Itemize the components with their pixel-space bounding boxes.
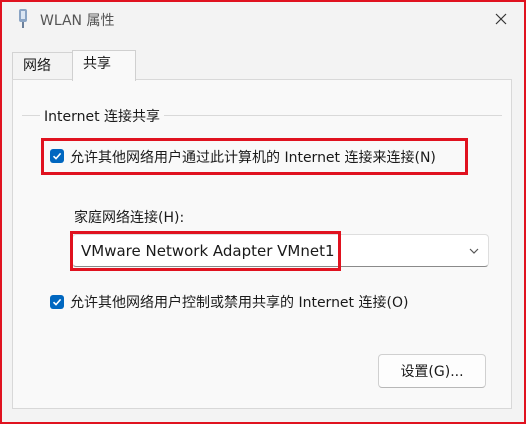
- checkmark-icon: [52, 152, 62, 160]
- title-bar[interactable]: WLAN 属性: [2, 2, 524, 36]
- tab-network[interactable]: 网络: [12, 52, 74, 80]
- ics-group-title: Internet 连接共享: [40, 106, 165, 126]
- close-icon: [495, 13, 507, 25]
- checkmark-icon: [52, 298, 62, 306]
- properties-window: WLAN 属性 网络 共享 Internet 连接共享 允许其他网络用户通过此计…: [0, 0, 526, 424]
- tab-sharing[interactable]: 共享: [72, 50, 136, 81]
- allow-connect-checkbox[interactable]: [50, 149, 64, 163]
- settings-button[interactable]: 设置(G)...: [378, 354, 486, 388]
- home-network-select[interactable]: VMware Network Adapter VMnet1: [72, 234, 489, 267]
- chevron-down-icon: [469, 248, 479, 254]
- close-button[interactable]: [478, 2, 524, 36]
- window-title: WLAN 属性: [40, 13, 115, 29]
- allow-control-label[interactable]: 允许其他网络用户控制或禁用共享的 Internet 连接(O): [70, 292, 408, 312]
- wifi-adapter-icon: [19, 9, 27, 28]
- allow-connect-label[interactable]: 允许其他网络用户通过此计算机的 Internet 连接来连接(N): [70, 147, 436, 167]
- home-network-value: VMware Network Adapter VMnet1: [81, 242, 335, 260]
- home-network-label: 家庭网络连接(H):: [74, 210, 185, 226]
- allow-control-checkbox[interactable]: [50, 295, 64, 309]
